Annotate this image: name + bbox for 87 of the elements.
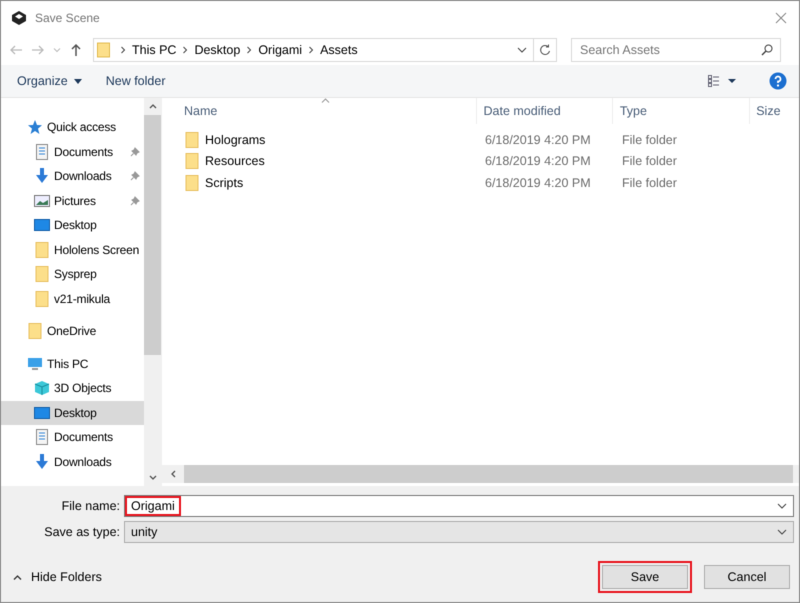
folder-icon	[34, 266, 50, 282]
chevron-right-icon	[308, 46, 314, 54]
search-icon	[761, 44, 773, 56]
document-icon	[34, 429, 50, 446]
hide-folders-button[interactable]: Hide Folders	[13, 570, 102, 584]
scrollbar[interactable]	[162, 465, 799, 483]
file-name: Holograms	[205, 132, 266, 147]
breadcrumb[interactable]: This PC	[132, 43, 176, 57]
chevron-right-icon	[182, 46, 188, 54]
sidebar-item[interactable]: Hololens Screen	[1, 238, 144, 262]
date-cell-text: 6/18/2019 4:20 PM	[484, 132, 592, 147]
dropdown-icon[interactable]	[777, 529, 787, 535]
sidebar-item[interactable]: OneDrive	[1, 319, 144, 344]
monitor-icon	[34, 217, 50, 234]
file-name-label: File name:	[60, 499, 121, 513]
sidebar-item[interactable]: Pictures	[1, 188, 144, 213]
dialog-button[interactable]: Save	[602, 565, 688, 589]
type-cell-text: File folder	[621, 176, 678, 190]
sidebar-item[interactable]: Downloads	[1, 164, 144, 188]
sidebar-item[interactable]: v21-mikula	[1, 286, 144, 311]
help-icon[interactable]	[769, 72, 787, 90]
folder-icon	[184, 174, 200, 191]
window-title: Save Scene	[35, 11, 101, 25]
scroll-left-icon[interactable]	[171, 470, 176, 478]
sidebar-item[interactable]: Quick access	[1, 115, 144, 140]
sort-caret-icon	[321, 98, 330, 103]
address-bar[interactable]: This PC Desktop Origami Assets	[93, 38, 557, 62]
column-header[interactable]: Type	[612, 98, 750, 124]
close-icon[interactable]	[775, 12, 787, 24]
caret-icon	[74, 78, 82, 84]
computer-icon	[27, 356, 43, 372]
type-cell-text: File folder	[621, 132, 678, 147]
column-header[interactable]: Name	[162, 98, 476, 124]
folder-icon	[184, 132, 200, 148]
file-name: Scripts	[205, 176, 244, 190]
list-view-icon	[705, 75, 739, 87]
sidebar-item[interactable]: Documents	[1, 140, 144, 164]
picture-icon	[34, 192, 50, 209]
sidebar-item[interactable]: This PC	[1, 352, 144, 376]
chevron-right-icon	[120, 46, 126, 54]
dropdown-icon[interactable]	[777, 503, 787, 509]
folder-icon	[184, 153, 200, 170]
sidebar-item[interactable]: Sysprep	[1, 262, 144, 286]
file-name-field[interactable]: Origami	[124, 495, 794, 517]
monitor-icon	[34, 404, 50, 421]
new-folder-button[interactable]: New folder	[100, 72, 172, 90]
breadcrumb[interactable]: Assets	[320, 43, 358, 57]
date-cell-text: 6/18/2019 4:20 PM	[484, 154, 592, 168]
file-row[interactable]: Resources 6/18/2019 4:20 PM File folder	[162, 150, 799, 172]
file-name-value: Origami	[125, 496, 181, 516]
folder-icon	[34, 242, 50, 258]
breadcrumb[interactable]: Desktop	[194, 43, 240, 57]
file-name: Resources	[205, 154, 265, 168]
organize-button[interactable]: Organize	[11, 72, 88, 90]
breadcrumb[interactable]: Origami	[258, 43, 302, 57]
file-row[interactable]: Scripts 6/18/2019 4:20 PM File folder	[162, 172, 799, 194]
sidebar-item[interactable]: Documents	[1, 425, 144, 450]
sidebar-item[interactable]: Downloads	[1, 450, 144, 474]
column-header[interactable]: Date modified	[476, 98, 612, 124]
scroll-up-icon[interactable]	[148, 104, 156, 109]
refresh-icon	[539, 44, 551, 56]
caret-icon	[13, 574, 22, 580]
cube-icon	[34, 380, 50, 396]
save-type-dropdown[interactable]: unity	[124, 521, 794, 543]
app-logo-icon	[11, 10, 27, 26]
dropdown-icon[interactable]	[517, 47, 527, 53]
type-cell-text: File folder	[621, 154, 678, 168]
chevron-right-icon	[246, 46, 252, 54]
search-field[interactable]: Search Assets	[571, 38, 781, 62]
date-cell-text: 6/18/2019 4:20 PM	[484, 176, 592, 190]
scrollbar[interactable]	[144, 98, 161, 486]
down-arrow-icon	[34, 454, 50, 470]
up-arrow-icon[interactable]	[69, 43, 83, 57]
document-icon	[34, 144, 50, 160]
sidebar-item[interactable]: 3D Objects	[1, 376, 144, 400]
dialog-button[interactable]: Cancel	[704, 565, 790, 589]
sidebar-item[interactable]: Desktop	[1, 400, 144, 425]
down-arrow-icon	[34, 168, 50, 184]
file-row[interactable]: Holograms 6/18/2019 4:20 PM File folder	[162, 129, 799, 150]
folder-icon	[97, 42, 110, 58]
folder-icon	[34, 290, 50, 307]
save-type-label: Save as type:	[43, 525, 121, 539]
folder-icon	[27, 323, 43, 340]
star-icon	[27, 119, 43, 136]
sidebar-item[interactable]: Desktop	[1, 213, 144, 238]
scroll-down-icon[interactable]	[148, 475, 156, 480]
column-header[interactable]: Size	[749, 98, 799, 124]
